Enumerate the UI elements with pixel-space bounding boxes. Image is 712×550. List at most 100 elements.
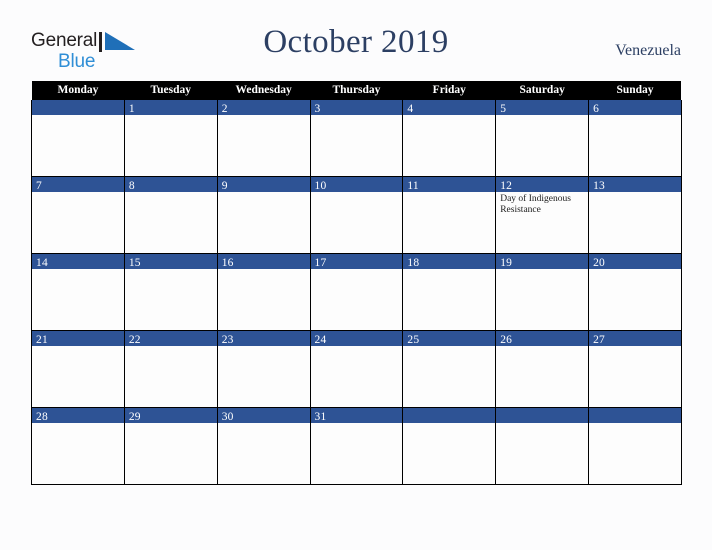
day-number: 27 [593, 334, 605, 346]
day-cell-inner: 25 [403, 331, 496, 407]
day-cell-inner: 27 [589, 331, 681, 407]
day-number-band: 12 [496, 177, 589, 192]
calendar-empty-cell[interactable] [495, 407, 590, 485]
day-events [496, 115, 588, 117]
calendar-day-cell[interactable]: 10 [309, 176, 404, 254]
calendar-day-cell[interactable]: 29 [123, 407, 218, 485]
day-number-band: 4 [403, 100, 496, 115]
calendar-day-cell[interactable]: 13 [588, 176, 682, 254]
day-number: 16 [221, 257, 234, 269]
day-number: 20 [593, 257, 605, 269]
calendar-day-cell[interactable]: 9 [216, 176, 311, 254]
day-number: 14 [36, 257, 48, 269]
day-events [32, 346, 124, 348]
calendar-day-cell[interactable]: 1 [123, 100, 218, 177]
day-events [218, 269, 310, 271]
day-number: 29 [128, 411, 141, 423]
calendar-day-cell[interactable]: 14 [31, 253, 125, 331]
calendar-day-cell[interactable]: 2 [216, 100, 311, 177]
day-cell-inner: 6 [589, 100, 681, 176]
calendar-day-cell[interactable]: 25 [402, 330, 497, 408]
calendar-day-cell[interactable]: 5 [495, 100, 590, 177]
day-number-band: 16 [217, 254, 310, 269]
day-events: Day of Indigenous Resistance [496, 192, 588, 216]
calendar-day-cell[interactable]: 6 [588, 100, 682, 177]
day-number-band: 25 [403, 331, 496, 346]
calendar-day-cell[interactable]: 11 [402, 176, 497, 254]
calendar-day-cell[interactable]: 12 Day of Indigenous Resistance [495, 176, 590, 254]
calendar-day-cell[interactable]: 24 [309, 330, 404, 408]
day-cell-inner: 14 [32, 254, 124, 330]
weekday-header-tuesday: Tuesday [124, 81, 218, 100]
day-number-band: 13 [589, 177, 681, 192]
day-cell-inner: 24 [310, 331, 403, 407]
calendar-week-row: 28 29 30 31 [31, 407, 682, 485]
calendar-week-row: 21 22 23 24 25 26 27 [31, 330, 682, 408]
day-number-band: 8 [124, 177, 217, 192]
day-cell-inner [496, 408, 589, 484]
day-events [125, 269, 217, 271]
day-number: 26 [500, 334, 513, 346]
day-events [311, 192, 403, 194]
calendar-day-cell[interactable]: 19 [495, 253, 590, 331]
calendar-day-cell[interactable]: 8 [123, 176, 218, 254]
calendar-day-cell[interactable]: 21 [31, 330, 125, 408]
calendar-day-cell[interactable]: 7 [31, 176, 125, 254]
day-events [496, 346, 588, 348]
day-number-band [589, 408, 681, 423]
day-number-band: 20 [589, 254, 681, 269]
day-number-band: 9 [217, 177, 310, 192]
calendar-day-cell[interactable]: 27 [588, 330, 682, 408]
day-cell-inner: 19 [496, 254, 589, 330]
day-number-band: 30 [217, 408, 310, 423]
day-number-band: 28 [32, 408, 124, 423]
day-number-band: 1 [124, 100, 217, 115]
day-events [32, 423, 124, 425]
day-number-band: 29 [124, 408, 217, 423]
calendar-day-cell[interactable]: 20 [588, 253, 682, 331]
calendar-week-row: 14 15 16 17 18 19 20 [31, 253, 682, 331]
calendar-day-cell[interactable]: 3 [309, 100, 404, 177]
day-events [403, 192, 495, 194]
day-events [589, 423, 681, 425]
day-number-band: 3 [310, 100, 403, 115]
calendar-empty-cell[interactable] [588, 407, 682, 485]
calendar-page: General Blue October 2019 Venezuela Mond… [0, 0, 712, 550]
page-title: October 2019 [263, 24, 449, 60]
day-number-band [403, 408, 496, 423]
calendar-day-cell[interactable]: 15 [123, 253, 218, 331]
calendar-day-cell[interactable]: 17 [309, 253, 404, 331]
calendar-day-cell[interactable]: 28 [31, 407, 125, 485]
calendar-day-cell[interactable]: 23 [216, 330, 311, 408]
day-events [403, 346, 495, 348]
calendar-day-cell[interactable]: 4 [402, 100, 497, 177]
calendar-day-cell[interactable]: 26 [495, 330, 590, 408]
calendar-day-cell[interactable]: 18 [402, 253, 497, 331]
day-events [589, 269, 681, 271]
day-cell-inner: 15 [124, 254, 217, 330]
day-number: 23 [221, 334, 234, 346]
day-number-band: 23 [217, 331, 310, 346]
day-events [311, 269, 403, 271]
calendar-empty-cell[interactable] [31, 100, 125, 177]
calendar-day-cell[interactable]: 30 [216, 407, 311, 485]
calendar-day-cell[interactable]: 22 [123, 330, 218, 408]
day-events [32, 269, 124, 271]
day-number: 6 [593, 103, 600, 115]
day-events [496, 269, 588, 271]
calendar-empty-cell[interactable] [402, 407, 497, 485]
day-cell-inner: 10 [310, 177, 403, 253]
day-events [218, 115, 310, 117]
calendar-week-row: 1 2 3 4 5 6 [31, 100, 682, 177]
day-number-band: 17 [310, 254, 403, 269]
day-number: 19 [500, 257, 513, 269]
day-cell-inner [589, 408, 681, 484]
day-number-band: 15 [124, 254, 217, 269]
day-cell-inner [403, 408, 496, 484]
region-label: Venezuela [615, 42, 681, 59]
calendar-day-cell[interactable]: 16 [216, 253, 311, 331]
calendar-day-cell[interactable]: 31 [309, 407, 404, 485]
day-number: 22 [128, 334, 141, 346]
page-header: General Blue October 2019 Venezuela [0, 0, 712, 80]
day-cell-inner: 5 [496, 100, 589, 176]
